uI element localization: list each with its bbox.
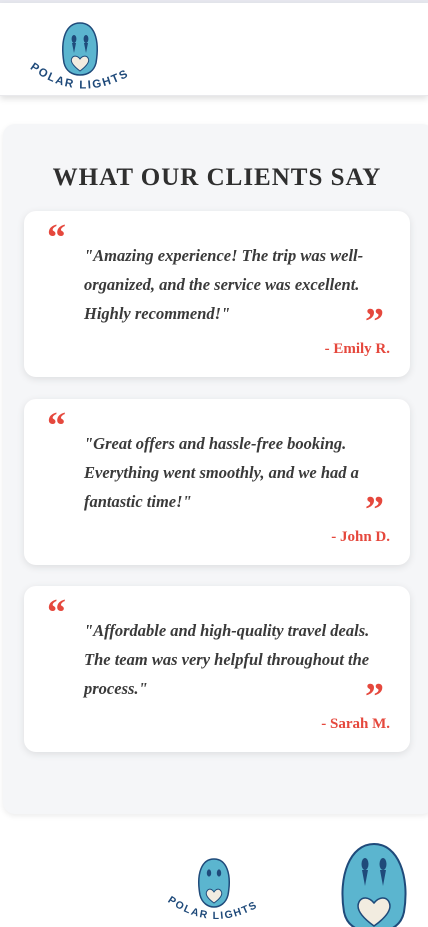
open-quote-icon: “ — [47, 217, 66, 259]
section-title: WHAT OUR CLIENTS SAY — [52, 164, 382, 191]
testimonial-quote: "Affordable and high-quality travel deal… — [84, 621, 370, 698]
logo-eye-left — [71, 35, 77, 43]
footer-logo-eye-right — [216, 869, 222, 877]
open-quote-icon: “ — [47, 405, 66, 447]
close-quote-icon: ” — [365, 489, 384, 531]
open-quote-icon: “ — [47, 592, 66, 634]
testimonial-card: “ "Amazing experience! The trip was well… — [24, 211, 410, 377]
close-quote-icon: ” — [365, 301, 384, 343]
testimonial-quote: "Amazing experience! The trip was well-o… — [84, 246, 364, 323]
site-header: POLAR LIGHTS — [0, 3, 428, 96]
testimonial-card: “ "Affordable and high-quality travel de… — [24, 586, 410, 752]
penguin-heart-icon — [341, 842, 407, 927]
footer-logo-eye-left — [206, 869, 212, 877]
testimonial-card: “ "Great offers and hassle-free booking.… — [24, 399, 410, 565]
big-icon-eye-right — [379, 858, 387, 870]
footer-logo[interactable]: POLAR LIGHTS — [162, 855, 274, 927]
page: POLAR LIGHTS WHAT OUR CLIENTS SAY “ "Ama… — [0, 0, 428, 927]
logo-eye-right — [83, 35, 89, 43]
polar-lights-logo[interactable]: POLAR LIGHTS — [22, 17, 146, 101]
testimonial-author: - Sarah M. — [321, 716, 390, 732]
testimonial-author: - John D. — [331, 529, 390, 545]
big-icon-eye-left — [361, 858, 369, 870]
testimonial-quote: "Great offers and hassle-free booking. E… — [84, 434, 359, 511]
testimonial-author: - Emily R. — [324, 341, 390, 357]
close-quote-icon: ” — [365, 676, 384, 718]
